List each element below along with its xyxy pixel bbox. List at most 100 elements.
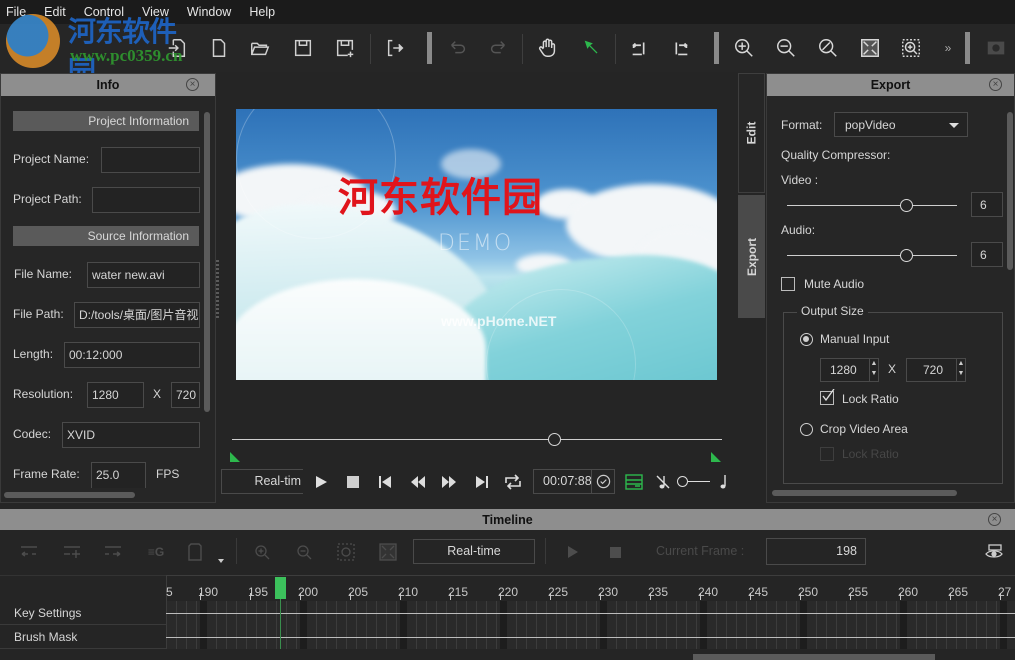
info-close-button[interactable]: × (186, 78, 199, 91)
file-path-field[interactable]: D:/tools/桌面/图片音视 (74, 302, 200, 328)
redo-button[interactable] (484, 34, 512, 62)
zoom-in-icon (255, 545, 270, 560)
export-vertical-scrollbar[interactable] (1007, 112, 1013, 270)
rotate-right-button[interactable] (666, 34, 694, 62)
output-width-spinner[interactable]: ▲ ▼ (869, 359, 878, 381)
time-format-button[interactable] (591, 470, 614, 493)
zoom-in-button[interactable] (730, 34, 758, 62)
track-grid[interactable] (166, 601, 1015, 649)
splitter-handle[interactable] (216, 258, 219, 318)
checkmark-icon (822, 389, 835, 402)
mute-audio-checkbox[interactable] (781, 277, 795, 291)
info-vertical-scrollbar[interactable] (204, 112, 210, 412)
zoom-region-button[interactable] (897, 34, 925, 62)
file-name-field[interactable]: water new.avi (87, 262, 200, 288)
audio-quality-slider[interactable] (787, 255, 957, 256)
seek-handle[interactable] (548, 433, 562, 446)
project-name-field[interactable] (101, 147, 200, 173)
playback-mode-select[interactable]: Real-tim (221, 469, 303, 494)
output-width-field[interactable]: 1280 ▲ ▼ (820, 358, 879, 382)
timeline-play-button[interactable] (561, 541, 585, 563)
timeline-paste-button[interactable] (183, 541, 207, 563)
crop-video-area-radio[interactable] (800, 423, 813, 436)
timeline-close-button[interactable]: × (988, 513, 1001, 526)
menu-file[interactable]: File (0, 5, 32, 19)
timeline-zoom-out-button[interactable] (292, 541, 316, 563)
go-to-end-button[interactable] (471, 471, 493, 493)
menu-help[interactable]: Help (243, 5, 281, 19)
resolution-width-field[interactable]: 1280 (87, 382, 144, 408)
menu-window[interactable]: Window (181, 5, 237, 19)
zoom-out-button[interactable] (772, 34, 800, 62)
menu-edit[interactable]: Edit (38, 5, 72, 19)
audio-quality-field[interactable]: 6 (971, 242, 1003, 267)
format-dropdown[interactable]: popVideo (834, 112, 968, 137)
resolution-height-field[interactable]: 720 (171, 382, 200, 408)
menu-control[interactable]: Control (78, 5, 130, 19)
record-button[interactable] (982, 34, 1010, 62)
rewind-button[interactable] (407, 471, 429, 493)
tab-export[interactable]: Export (738, 195, 765, 318)
timeline-move-left-button[interactable] (17, 541, 41, 563)
export-horizontal-scrollbar[interactable] (772, 490, 957, 496)
manual-input-radio[interactable] (800, 333, 813, 346)
volume-max-icon-button[interactable] (712, 471, 734, 493)
open-folder-button[interactable] (246, 34, 274, 62)
codec-field[interactable]: XVID (62, 422, 200, 448)
volume-slider-handle[interactable] (677, 476, 688, 487)
fast-forward-button[interactable] (438, 471, 460, 493)
menu-view[interactable]: View (136, 5, 175, 19)
output-height-field[interactable]: 720 ▲ ▼ (906, 358, 966, 382)
undo-button[interactable] (444, 34, 472, 62)
length-field[interactable]: 00:12:000 (64, 342, 200, 368)
import-button[interactable] (163, 34, 191, 62)
frame-rate-field[interactable]: 25.0 (91, 462, 146, 488)
mute-button[interactable] (652, 471, 674, 493)
video-quality-field[interactable]: 6 (971, 192, 1003, 217)
export-button[interactable] (382, 34, 410, 62)
new-file-button[interactable] (205, 34, 233, 62)
timeline-zoom-in-button[interactable] (250, 541, 274, 563)
save-button[interactable] (289, 34, 317, 62)
loop-button[interactable] (502, 471, 524, 493)
toolbar-overflow-button[interactable]: » (934, 34, 962, 62)
timeline-stop-button[interactable] (603, 541, 627, 563)
timeline-fit-button[interactable] (376, 541, 400, 563)
lock-ratio-checkbox[interactable] (820, 389, 835, 405)
play-button[interactable] (310, 471, 332, 493)
project-path-field[interactable] (92, 187, 200, 213)
playhead-handle[interactable] (275, 577, 286, 599)
timeline-add-key-button[interactable] (60, 541, 84, 563)
safe-area-toggle[interactable] (623, 471, 645, 493)
save-as-button[interactable] (331, 34, 359, 62)
fit-screen-button[interactable] (856, 34, 884, 62)
hand-pan-button[interactable] (534, 34, 562, 62)
video-quality-slider[interactable] (787, 205, 957, 206)
video-quality-handle[interactable] (900, 199, 913, 212)
mark-in-handle[interactable] (230, 452, 240, 462)
select-arrow-button[interactable] (578, 34, 606, 62)
output-height-spinner[interactable]: ▲ ▼ (956, 359, 965, 381)
timeline-view-options-button[interactable] (982, 541, 1006, 563)
volume-slider[interactable] (688, 481, 710, 482)
timeline-zoom-region-button[interactable] (334, 541, 358, 563)
timeline-move-right-button[interactable] (101, 541, 125, 563)
timeline-group-button[interactable]: ≡G (144, 541, 168, 563)
timeline-ruler[interactable] (166, 575, 1015, 601)
audio-quality-handle[interactable] (900, 249, 913, 262)
crop-lock-ratio-checkbox[interactable] (820, 447, 834, 461)
timeline-horizontal-scrollbar[interactable] (693, 654, 935, 660)
export-close-button[interactable]: × (989, 78, 1002, 91)
zoom-reset-button[interactable] (814, 34, 842, 62)
stop-button[interactable] (342, 471, 364, 493)
tab-edit[interactable]: Edit (738, 73, 765, 193)
rotate-left-button[interactable] (626, 34, 654, 62)
paste-dropdown-icon[interactable] (218, 559, 224, 563)
current-frame-field[interactable]: 198 (766, 538, 866, 565)
mark-out-handle[interactable] (711, 452, 721, 462)
timeline-mode-select[interactable]: Real-time (413, 539, 535, 564)
info-horizontal-scrollbar[interactable] (4, 492, 135, 498)
seek-bar[interactable] (232, 439, 722, 440)
go-to-start-button[interactable] (374, 471, 396, 493)
video-preview[interactable]: 河东软件园 DEMO www.pHome.NET (236, 109, 717, 380)
